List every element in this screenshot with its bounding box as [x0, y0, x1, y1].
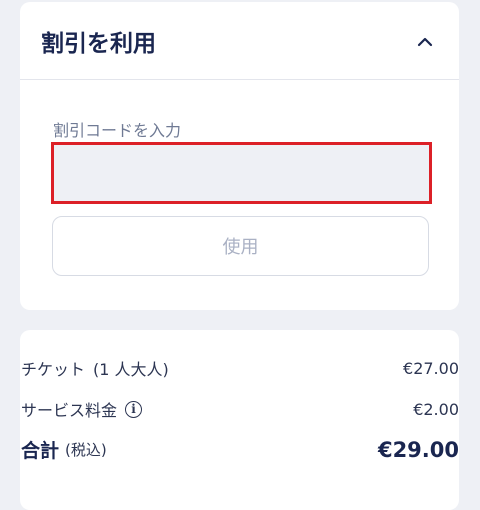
discount-header[interactable]: 割引を利用 — [20, 2, 459, 80]
ticket-label: チケット — [21, 360, 86, 379]
chevron-up-icon[interactable] — [415, 34, 435, 50]
total-label: 合計 — [21, 440, 60, 462]
ticket-qualifier: (1 人大人) — [93, 360, 169, 379]
ticket-price: €27.00 — [403, 358, 459, 378]
service-fee-label: サービス料金 — [21, 401, 118, 420]
discount-code-input[interactable] — [51, 142, 432, 204]
info-icon[interactable]: i — [125, 400, 143, 418]
service-fee-price: €2.00 — [413, 399, 459, 419]
discount-title: 割引を利用 — [41, 31, 156, 57]
ticket-row: チケット (1 人大人) €27.00 — [21, 356, 459, 380]
total-qualifier: (税込) — [65, 441, 107, 459]
total-price: €29.00 — [377, 437, 459, 462]
discount-card: 割引を利用 割引コードを入力 使用 — [20, 2, 459, 310]
discount-code-label: 割引コードを入力 — [53, 121, 182, 140]
service-fee-row: サービス料金 i €2.00 — [21, 397, 459, 421]
apply-discount-button[interactable]: 使用 — [52, 216, 429, 276]
total-row: 合計 (税込) €29.00 — [21, 436, 459, 463]
